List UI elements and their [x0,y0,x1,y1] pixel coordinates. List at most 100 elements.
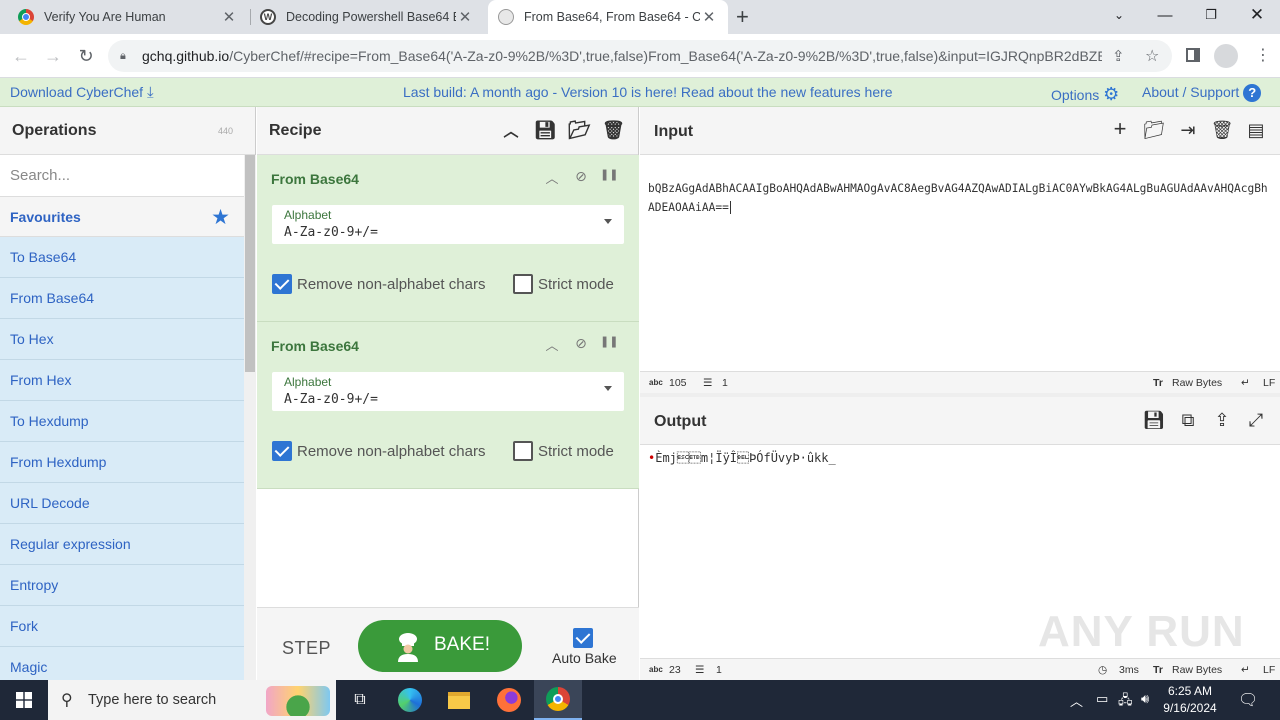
collapse-op-icon[interactable]: ︿ [543,335,561,354]
op-entropy[interactable]: Entropy [0,565,244,606]
bake-button[interactable]: BAKE! [358,620,522,672]
close-tab-icon[interactable]: ✕ [700,8,718,26]
output-char-count: 23 [669,664,681,676]
load-recipe-icon[interactable]: 📂︎ [568,120,591,141]
input-textarea[interactable]: bQBzAGgAdABhACAAIgBoAHQAdABwAHMAOgAvAC8A… [648,179,1274,217]
op-to-hexdump[interactable]: To Hexdump [0,401,244,442]
copy-output-icon[interactable]: ⧉ [1176,410,1200,432]
scrollbar-thumb[interactable] [245,155,255,372]
disable-op-icon[interactable]: ⊘ [572,168,590,185]
search-icon: ⚲ [61,692,73,709]
new-features-link[interactable]: here [865,84,893,100]
tray-chevron-icon[interactable]: ︿ [1070,691,1083,710]
side-panel-icon[interactable] [1186,48,1200,62]
favourites-category[interactable]: Favourites ★ [0,197,244,237]
last-build-link[interactable]: Last build: A month ago [403,84,549,100]
save-recipe-icon[interactable]: 💾︎ [534,120,557,141]
tab-search-icon[interactable]: ⌄ [1096,0,1142,30]
strict-mode-checkbox[interactable] [513,274,533,294]
download-cyberchef-link[interactable]: Download CyberChef ⤓ [10,84,154,101]
alphabet-select[interactable]: Alphabet A-Za-z0-9+/= [272,205,624,244]
tab-decoding-powershell[interactable]: W Decoding Powershell Base64 Enc ✕ [250,0,484,34]
browser-menu-icon[interactable]: ⋮ [1255,45,1271,65]
bookmark-star-icon[interactable]: ☆ [1145,46,1159,66]
output-line-count: 1 [716,664,722,676]
file-explorer-icon[interactable] [435,680,483,720]
close-tab-icon[interactable]: ✕ [456,8,474,26]
collapse-op-icon[interactable]: ︿ [543,168,561,187]
op-fork[interactable]: Fork [0,606,244,647]
op-to-base64[interactable]: To Base64 [0,237,244,278]
operations-search-input[interactable]: Search... [0,155,244,197]
share-icon[interactable]: ⇪ [1112,47,1125,65]
breakpoint-icon[interactable]: ❚❚ [600,168,618,181]
about-support-link[interactable]: About / Support ? [1142,84,1262,102]
output-encoding[interactable]: Raw Bytes [1172,664,1222,676]
back-button[interactable]: ← [8,43,34,69]
chrome-taskbar-icon[interactable] [534,680,582,720]
op-url-decode[interactable]: URL Decode [0,483,244,524]
save-output-icon[interactable]: 💾︎ [1142,410,1166,432]
input-eol[interactable]: LF [1263,377,1275,389]
open-file-icon[interactable]: ⇥ [1176,120,1200,142]
edge-icon[interactable] [386,680,434,720]
close-window-button[interactable]: ✕ [1234,0,1280,30]
input-value: bQBzAGgAdABhACAAIgBoAHQAdABwAHMAOgAvAC8A… [648,182,1268,214]
profile-avatar[interactable] [1214,44,1238,68]
task-view-icon[interactable]: ⧉ [336,680,384,720]
start-button[interactable] [0,680,48,720]
restore-button[interactable]: ❐ [1188,0,1234,30]
tab-cyberchef[interactable]: From Base64, From Base64 - Cyb ✕ [488,0,728,34]
recipe-op-from-base64-1[interactable]: From Base64 ︿ ⊘ ❚❚ Alphabet A-Za-z0-9+/=… [257,155,639,322]
taskbar-clock[interactable]: 6:25 AM 9/16/2024 [1160,683,1220,717]
wordpress-icon: W [260,9,276,25]
collapse-all-icon[interactable]: ︿ [500,120,522,141]
notifications-icon[interactable]: 🗨︎ [1238,690,1258,710]
battery-icon[interactable]: ▭ [1096,691,1108,707]
auto-bake-checkbox[interactable] [573,628,593,648]
alphabet-label: Alphabet [284,375,332,389]
favourites-label: Favourites [10,208,81,225]
input-encoding[interactable]: Raw Bytes [1172,377,1222,389]
clear-input-icon[interactable]: 🗑︎ [1210,120,1234,142]
recipe-op-from-base64-2[interactable]: From Base64 ︿ ⊘ ❚❚ Alphabet A-Za-z0-9+/=… [257,322,639,489]
add-input-icon[interactable]: + [1108,116,1132,141]
op-from-hexdump[interactable]: From Hexdump [0,442,244,483]
address-bar[interactable]: 🔒︎ gchq.github.io/CyberChef/#recipe=From… [108,40,1172,72]
reset-layout-icon[interactable]: ▤ [1244,120,1268,142]
network-icon[interactable]: 🖧︎ [1118,691,1133,713]
remove-non-alphabet-checkbox[interactable] [272,441,292,461]
strict-mode-checkbox[interactable] [513,441,533,461]
minimize-button[interactable]: — [1142,0,1188,30]
firefox-icon[interactable] [485,680,533,720]
op-from-hex[interactable]: From Hex [0,360,244,401]
output-textarea[interactable]: •Èmjm¦ÏÿÎÞÓfÜvyÞ·ûkk_ [648,451,836,465]
replace-input-icon[interactable]: ⇪ [1210,410,1234,432]
breakpoint-icon[interactable]: ❚❚ [600,335,618,348]
operations-scrollbar[interactable] [244,155,256,680]
output-eol[interactable]: LF [1263,664,1275,676]
disable-op-icon[interactable]: ⊘ [572,335,590,352]
line-count-icon: ☰ [695,664,705,676]
clock-time: 6:25 AM [1167,684,1213,698]
close-tab-icon[interactable]: ✕ [220,8,238,26]
recipe-controls: STEP BAKE! Auto Bake [257,607,639,680]
options-link[interactable]: Options ⚙ [1051,84,1119,105]
step-button[interactable]: STEP [282,638,331,659]
star-icon[interactable]: ★ [211,205,230,230]
reload-button[interactable]: ↻ [73,43,99,69]
open-folder-icon[interactable]: 📁︎ [1142,120,1166,142]
new-tab-button[interactable]: + [736,4,749,30]
clear-recipe-icon[interactable]: 🗑︎ [602,120,625,141]
maximize-output-icon[interactable]: ⤢ [1244,410,1268,432]
remove-non-alphabet-checkbox[interactable] [272,274,292,294]
op-to-hex[interactable]: To Hex [0,319,244,360]
volume-icon[interactable]: 🔊︎ [1141,691,1149,707]
alphabet-select[interactable]: Alphabet A-Za-z0-9+/= [272,372,624,411]
input-status-bar: abc 105 ☰ 1 Tr Raw Bytes ↵ LF [640,371,1280,393]
op-regular-expression[interactable]: Regular expression [0,524,244,565]
taskbar-search-input[interactable]: ⚲ Type here to search [48,680,336,720]
op-from-base64[interactable]: From Base64 [0,278,244,319]
tab-verify-human[interactable]: Verify You Are Human ✕ [8,0,248,34]
forward-button[interactable]: → [40,43,66,69]
